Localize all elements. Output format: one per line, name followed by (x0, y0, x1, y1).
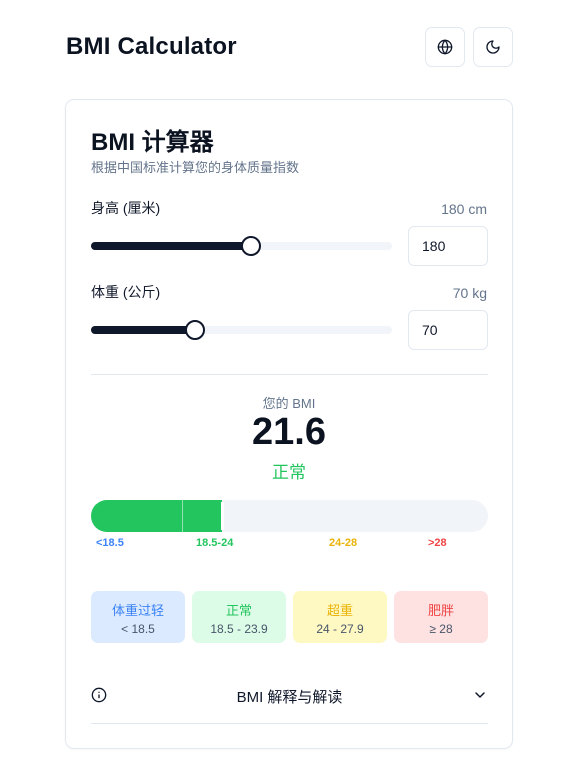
scale-tick-underweight: <18.5 (96, 537, 124, 549)
bmi-explanation-accordion[interactable]: BMI 解释与解读 (91, 675, 488, 715)
weight-slider[interactable] (91, 320, 392, 340)
category-overweight: 超重 24 - 27.9 (293, 591, 387, 643)
card-title: BMI 计算器 (91, 129, 214, 156)
chevron-down-icon (475, 692, 485, 698)
bmi-scale-bar (91, 500, 488, 532)
category-name: 体重过轻 (111, 603, 164, 618)
weight-slider-fill (91, 326, 195, 334)
height-input[interactable] (408, 226, 488, 266)
category-normal: 正常 18.5 - 23.9 (192, 591, 286, 643)
weight-display: 70 kg (452, 285, 487, 301)
category-range: 24 - 27.9 (316, 622, 364, 636)
moon-icon (486, 40, 500, 54)
weight-input[interactable] (408, 310, 488, 350)
category-name: 超重 (326, 603, 353, 618)
scale-tick-overweight: 24-28 (329, 537, 358, 549)
category-name: 肥胖 (427, 603, 454, 618)
category-obese: 肥胖 ≥ 28 (394, 591, 488, 643)
scale-tick-obese: >28 (428, 537, 447, 549)
divider (91, 374, 488, 375)
scale-tick-normal: 18.5-24 (196, 537, 234, 549)
bmi-status: 正常 (272, 463, 306, 482)
category-range: < 18.5 (121, 622, 155, 636)
bmi-scale-divider (182, 500, 183, 532)
height-slider[interactable] (91, 236, 392, 256)
height-label: 身高 (厘米) (91, 200, 161, 216)
category-range: 18.5 - 23.9 (210, 622, 268, 636)
weight-slider-thumb[interactable] (184, 320, 205, 340)
theme-toggle-button[interactable] (473, 27, 513, 67)
height-slider-thumb[interactable] (240, 236, 261, 256)
height-display: 180 cm (441, 201, 487, 217)
bmi-card: BMI 计算器 根据中国标准计算您的身体质量指数 身高 (厘米) 180 cm … (65, 99, 513, 749)
globe-icon (437, 39, 453, 55)
category-name: 正常 (225, 603, 252, 618)
category-range: ≥ 28 (429, 622, 453, 636)
bmi-scale-marker (221, 502, 224, 530)
accordion-divider (91, 723, 488, 724)
weight-label: 体重 (公斤) (91, 284, 161, 300)
bmi-result-label: 您的 BMI (262, 396, 316, 411)
bmi-scale-fill (91, 500, 222, 532)
category-underweight: 体重过轻 < 18.5 (91, 591, 185, 643)
language-button[interactable] (425, 27, 465, 67)
card-subtitle: 根据中国标准计算您的身体质量指数 (91, 160, 300, 175)
accordion-label: BMI 解释与解读 (236, 689, 343, 706)
height-slider-fill (91, 242, 251, 250)
app-title: BMI Calculator (66, 33, 237, 60)
bmi-result-value: 21.6 (252, 411, 326, 453)
